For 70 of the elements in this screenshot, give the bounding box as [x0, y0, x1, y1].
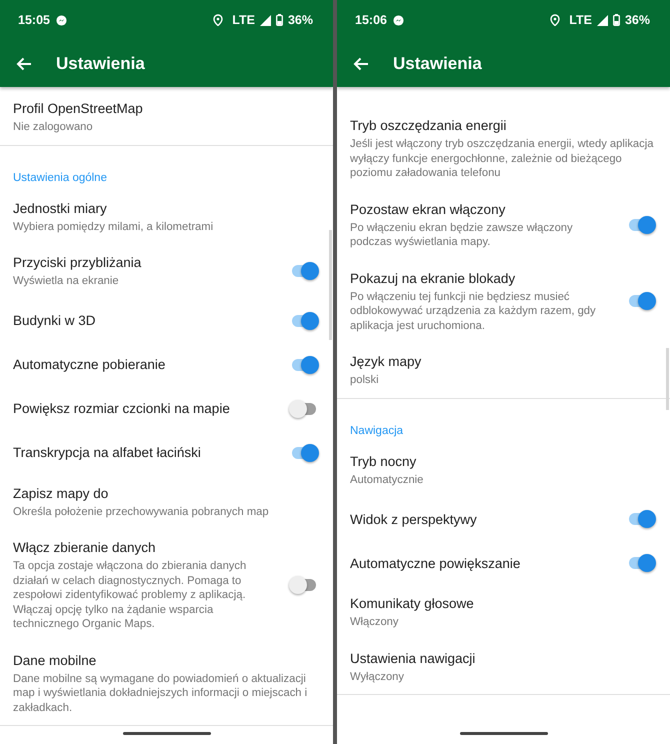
- setting-title: Pozostaw ekran włączony: [350, 200, 506, 218]
- battery-percent: 36%: [288, 12, 313, 29]
- settings-row[interactable]: Zapisz mapy do Określa położenie przechowywania pobranych map: [0, 474, 328, 529]
- setting-description: Włączony: [350, 615, 400, 630]
- setting-title: Powiększ rozmiar czcionki na mapie: [13, 400, 231, 417]
- setting-description: polski: [350, 373, 380, 388]
- setting-title: Widok z perspektywy: [350, 510, 478, 528]
- settings-row[interactable]: Jednostki miary Wybiera pomiędzy milami, a kilometrami: [0, 190, 328, 244]
- setting-title: Dane mobilne: [13, 652, 98, 668]
- setting-description: Po włączeniu tej funkcji nie będziesz musieć odblokowywać urządzenia za każdym razem, gdy aplikacja jest uruchomiona.: [350, 290, 597, 333]
- settings-row[interactable]: Przyciski przybliżania Wyświetla na ekranie: [0, 244, 328, 298]
- section-header: Nawigacja: [350, 424, 404, 436]
- back-arrow-icon: [353, 56, 369, 70]
- setting-title: Automatyczne powiększanie: [350, 554, 522, 572]
- setting-title: Pokazuj na ekranie blokady: [350, 270, 516, 286]
- setting-description: Wyłączony: [350, 670, 405, 684]
- status-time: 15:05: [18, 12, 50, 29]
- setting-title: Język mapy: [350, 353, 422, 370]
- location-icon: [550, 14, 560, 26]
- battery-icon: [276, 14, 283, 26]
- setting-title: Jednostki miary: [13, 200, 108, 216]
- setting-description: Dane mobilne są wymagane do powiadomień o aktualizacji map i wyświetlania dokładniejszych informacji o miejscach i zakładkach.: [13, 672, 308, 715]
- setting-description: Po włączeniu ekran będzie zawsze włączony podczas wyświetlania mapy.: [350, 220, 574, 250]
- settings-row[interactable]: Automatyczne pobieranie: [0, 342, 328, 386]
- settings-row[interactable]: Język mapy polski: [337, 343, 665, 398]
- settings-row[interactable]: Komunikaty głosowe Włączony: [337, 585, 665, 640]
- settings-row[interactable]: Dane mobilne Dane mobilne są wymagane do powiadomień o aktualizacji map i wyświetlania dokładniejszych informacji o miejscach i zakładkach.: [0, 642, 328, 725]
- setting-title: Zapisz mapy do: [13, 484, 110, 502]
- setting-title: Ustawienia nawigacji: [350, 650, 476, 666]
- settings-row[interactable]: Profil OpenStreetMap Nie zalogowano: [0, 90, 328, 144]
- settings-row[interactable]: Transkrypcja na alfabet łaciński: [0, 430, 328, 474]
- setting-description: Nie zalogowano: [13, 120, 94, 134]
- setting-description: Ta opcja zostaje włączona do zbierania danych działań w celach diagnostycznych. Pomaga to zespołowi zidentyfikować problemy z aplikacją. Włączaj opcję tylko na żądanie wsparcia technicznego Organic Maps.: [13, 559, 248, 632]
- back-arrow-icon: [16, 56, 32, 70]
- setting-description: Automatycznie: [350, 472, 424, 487]
- network-label: LTE: [232, 12, 255, 29]
- settings-row[interactable]: Ustawienia nawigacji Wyłączony: [337, 640, 665, 694]
- setting-title: Włącz zbieranie danych: [13, 539, 157, 556]
- setting-title: Tryb oszczędzania energii: [350, 117, 508, 134]
- setting-title: Komunikaty głosowe: [350, 595, 475, 612]
- signal-icon: [596, 14, 608, 26]
- settings-row[interactable]: Pozostaw ekran włączony Po włączeniu ekran będzie zawsze włączony podczas wyświetlania mapy.: [337, 190, 665, 260]
- setting-title: Automatyczne pobieranie: [13, 356, 166, 373]
- settings-row[interactable]: Widok z perspektywy: [337, 497, 665, 541]
- setting-title: Budynki w 3D: [13, 312, 97, 329]
- toolbar-title: Ustawienia: [393, 52, 482, 75]
- toolbar-title: Ustawienia: [56, 52, 145, 75]
- setting-description: Jeśli jest włączony tryb oszczędzania energii, wtedy aplikacja wyłączy funkcje energochłonne, zależnie od bieżącego poziomu załadowania telefonu: [350, 137, 654, 180]
- section-header: Ustawienia ogólne: [13, 172, 107, 184]
- setting-description: Wybiera pomiędzy milami, a kilometrami: [13, 220, 214, 234]
- settings-row[interactable]: Budynki w 3D: [0, 298, 328, 342]
- setting-description: Wyświetla na ekranie: [13, 274, 120, 288]
- battery-percent: 36%: [624, 12, 650, 29]
- settings-row[interactable]: Powiększ rozmiar czcionki na mapie: [0, 386, 328, 430]
- battery-icon: [612, 14, 620, 26]
- location-icon: [213, 14, 224, 26]
- settings-row[interactable]: Pokazuj na ekranie blokady Po włączeniu tej funkcji nie będziesz musieć odblokowywać urządzenia za każdym razem, gdy aplikacja jest uruchomiona.: [337, 260, 665, 343]
- chat-bubble-icon: [392, 14, 404, 26]
- status-time: 15:06: [355, 12, 387, 29]
- setting-title: Transkrypcja na alfabet łaciński: [13, 444, 202, 461]
- setting-title: Tryb nocny: [350, 452, 418, 470]
- chat-bubble-icon: [56, 14, 67, 26]
- setting-title: Przyciski przybliżania: [13, 254, 142, 271]
- setting-description: Określa położenie przechowywania pobranych map: [13, 504, 270, 519]
- settings-row[interactable]: Tryb oszczędzania energii Jeśli jest włączony tryb oszczędzania energii, wtedy aplikacja wyłączy funkcje energochłonne, zależnie od bieżącego poziomu załadowania telefonu: [337, 107, 665, 190]
- settings-row[interactable]: Automatyczne powiększanie: [337, 541, 665, 585]
- setting-title: Profil OpenStreetMap: [13, 100, 144, 117]
- settings-row[interactable]: Tryb nocny Automatycznie: [337, 442, 665, 497]
- signal-icon: [260, 14, 271, 26]
- network-label: LTE: [569, 12, 592, 29]
